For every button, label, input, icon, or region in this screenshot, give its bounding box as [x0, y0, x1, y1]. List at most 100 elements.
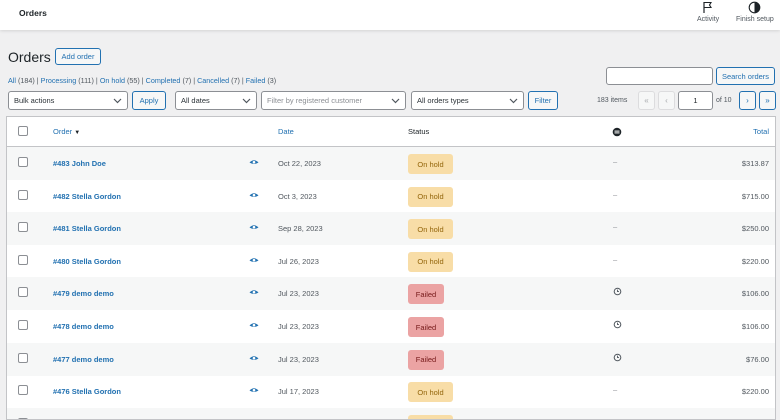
- history-icon: [613, 353, 622, 361]
- search-input[interactable]: [606, 67, 713, 85]
- sort-desc-icon: ▼: [74, 130, 81, 136]
- preview-eye-icon[interactable]: [249, 355, 259, 362]
- chevron-down-icon: [391, 98, 400, 104]
- status-badge: Failed: [408, 349, 444, 370]
- status-filter-links: All (184) | Processing (111) | On hold (…: [8, 76, 277, 85]
- row-checkbox[interactable]: [18, 287, 28, 298]
- row-checkbox[interactable]: [18, 189, 28, 200]
- order-total: $250.00: [741, 224, 769, 234]
- current-page-input[interactable]: 1: [678, 91, 713, 110]
- row-checkbox[interactable]: [18, 254, 28, 265]
- preview-eye-icon[interactable]: [249, 322, 259, 329]
- row-checkbox[interactable]: [18, 222, 28, 233]
- preview-eye-icon[interactable]: [249, 387, 259, 394]
- filter-all[interactable]: All (184): [8, 76, 35, 85]
- last-page-button[interactable]: »: [759, 91, 776, 110]
- prev-page-button[interactable]: ‹: [658, 91, 675, 110]
- order-date: Oct 22, 2023: [278, 159, 321, 168]
- status-badge: On hold: [408, 382, 453, 403]
- origin-empty: –: [613, 385, 618, 395]
- page-title: Orders: [8, 49, 51, 65]
- order-link[interactable]: #478 demo demo: [53, 322, 114, 331]
- order-date: Jul 23, 2023: [278, 289, 319, 299]
- top-bar: Orders Activity Finish setup: [0, 0, 780, 30]
- filter-failed[interactable]: Failed (3): [246, 76, 276, 85]
- order-total: $106.00: [741, 289, 769, 299]
- origin-empty: –: [613, 189, 618, 199]
- activity-label: Activity: [697, 16, 720, 23]
- row-checkbox[interactable]: [18, 320, 28, 330]
- status-badge: On hold: [408, 219, 453, 240]
- preview-eye-icon[interactable]: [249, 289, 259, 296]
- finish-setup-label: Finish setup: [736, 16, 774, 23]
- chevron-down-icon: [113, 98, 122, 104]
- order-total: $106.00: [741, 322, 769, 331]
- origin-empty: –: [613, 222, 618, 232]
- origin-empty: –: [613, 254, 618, 264]
- column-total[interactable]: Total: [753, 127, 769, 136]
- status-badge: Failed: [408, 317, 444, 337]
- table-row[interactable]: #480 Stella Gordon Jul 26, 2023 $220.00 – On…: [7, 245, 775, 278]
- activity-button[interactable]: Activity: [697, 1, 719, 23]
- row-checkbox[interactable]: [18, 385, 28, 396]
- orders-types-select[interactable]: All orders types: [411, 91, 524, 110]
- table-row[interactable]: [7, 407, 775, 419]
- status-badge: On hold: [408, 154, 453, 174]
- order-link[interactable]: #482 Stella Gordon: [53, 192, 121, 201]
- add-order-button[interactable]: Add order: [55, 48, 101, 65]
- filter-on-hold[interactable]: On hold (55): [100, 76, 140, 85]
- dates-select[interactable]: All dates: [175, 91, 257, 110]
- bulk-actions-select[interactable]: Bulk actions: [8, 91, 128, 110]
- order-link[interactable]: #476 Stella Gordon: [53, 387, 121, 396]
- filter-processing[interactable]: Processing (111): [41, 76, 94, 85]
- order-link[interactable]: #481 Stella Gordon: [53, 224, 121, 233]
- preview-eye-icon[interactable]: [249, 159, 259, 166]
- status-badge: On hold: [408, 186, 453, 207]
- finish-setup-button[interactable]: Finish setup: [736, 1, 774, 23]
- search-orders-button[interactable]: Search orders: [716, 67, 775, 85]
- preview-eye-icon[interactable]: [249, 224, 259, 231]
- column-date[interactable]: Date: [278, 127, 294, 136]
- top-bar-title: Orders: [19, 8, 47, 18]
- table-row[interactable]: #482 Stella Gordon Oct 3, 2023 $715.00 – On …: [7, 180, 775, 213]
- row-checkbox[interactable]: [18, 157, 28, 167]
- filter-completed[interactable]: Completed (7): [146, 76, 192, 85]
- bulk-actions-value: Bulk actions: [14, 96, 55, 105]
- orders-table: Order ▼ Date Status Total #483 John Doe O…: [6, 116, 776, 420]
- orders-types-value: All orders types: [417, 96, 469, 105]
- column-order[interactable]: Order ▼: [53, 127, 80, 136]
- preview-eye-icon[interactable]: [249, 257, 259, 264]
- order-total: $76.00: [746, 354, 769, 364]
- chevron-down-icon: [509, 98, 518, 104]
- filter-button[interactable]: Filter: [528, 91, 558, 110]
- order-date: Jul 23, 2023: [278, 322, 319, 331]
- history-icon: [613, 288, 622, 296]
- table-row[interactable]: #481 Stella Gordon Sep 28, 2023 $250.00 – On…: [7, 212, 775, 246]
- order-date: Oct 3, 2023: [278, 191, 317, 201]
- table-row[interactable]: #483 John Doe Oct 22, 2023 $313.87 – On hold: [7, 147, 775, 180]
- table-row[interactable]: #476 Stella Gordon Jul 17, 2023 $220.00 – On…: [7, 375, 775, 408]
- table-row[interactable]: #479 demo demo Jul 23, 2023 $106.00 Failed: [7, 277, 775, 311]
- order-link[interactable]: #483 John Doe: [53, 159, 106, 168]
- chevron-down-icon: [242, 98, 251, 104]
- table-header: Order ▼ Date Status Total: [7, 117, 775, 147]
- preview-eye-icon[interactable]: [249, 192, 259, 199]
- order-date: Sep 28, 2023: [278, 224, 323, 234]
- row-checkbox[interactable]: [18, 352, 28, 363]
- order-link[interactable]: #477 demo demo: [53, 355, 114, 364]
- table-row[interactable]: #478 demo demo Jul 23, 2023 $106.00 Failed: [7, 310, 775, 343]
- filter-cancelled[interactable]: Cancelled (7): [197, 76, 240, 85]
- half-circle-icon: [749, 1, 761, 14]
- order-link[interactable]: #480 Stella Gordon: [53, 257, 121, 266]
- next-page-button[interactable]: ›: [739, 91, 756, 110]
- apply-button[interactable]: Apply: [132, 91, 166, 110]
- table-row[interactable]: #477 demo demo Jul 23, 2023 $76.00 Failed: [7, 342, 775, 376]
- history-icon: [613, 320, 622, 329]
- flag-icon: [703, 1, 713, 13]
- select-all-checkbox[interactable]: [18, 126, 28, 136]
- origin-column-icon: [612, 127, 622, 137]
- order-link[interactable]: #479 demo demo: [53, 289, 114, 298]
- order-total: $313.87: [741, 159, 769, 168]
- first-page-button[interactable]: «: [638, 91, 655, 110]
- customer-filter-select[interactable]: Filter by registered customer: [261, 91, 406, 110]
